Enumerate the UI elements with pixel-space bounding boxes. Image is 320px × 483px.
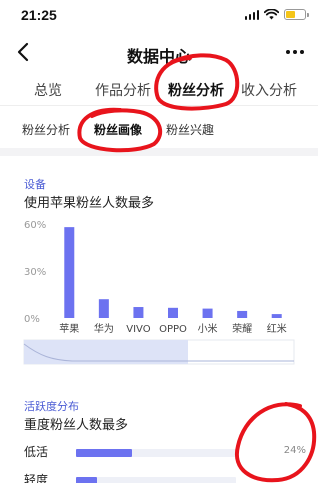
x-tick-label: 红米	[267, 322, 287, 335]
activity-track-fill	[76, 477, 97, 483]
x-tick-label: 苹果	[59, 322, 79, 335]
chart-bar[interactable]	[98, 299, 109, 318]
tab-fans-analysis[interactable]: 粉丝分析	[168, 80, 224, 100]
status-time: 21:25	[21, 7, 57, 23]
chart-bar[interactable]	[133, 307, 144, 318]
fans-portrait-card: 设备 使用苹果粉丝人数最多 60% 30% 0% 苹果 华为 VIVO OPPO 小米 荣耀红…	[12, 158, 306, 483]
y-tick-label: 60%	[24, 220, 46, 231]
subtab-fans-analysis[interactable]: 粉丝分析	[22, 121, 70, 138]
y-tick-label: 30%	[24, 267, 46, 278]
activity-row-value: 24%	[283, 445, 306, 456]
activity-track	[76, 449, 236, 457]
status-bar: 21:25	[0, 0, 318, 34]
activity-row-label: 低活	[24, 445, 49, 459]
tab-overview[interactable]: 总览	[34, 80, 62, 100]
x-tick-label: 华为	[94, 322, 114, 335]
status-icons	[244, 9, 309, 20]
activity-row: 轻度	[24, 470, 306, 483]
x-tick-label: 荣耀	[232, 323, 252, 335]
chart-bar[interactable]	[168, 307, 178, 318]
activity-section-label: 活跃度分布	[24, 400, 79, 413]
subtab-fans-portrait[interactable]: 粉丝画像	[94, 121, 142, 138]
chart-bar[interactable]	[202, 308, 213, 318]
subtab-fans-interest[interactable]: 粉丝兴趣	[166, 121, 214, 138]
nav-bar: 数据中心	[0, 36, 318, 70]
page-title: 数据中心	[126, 47, 191, 66]
more-horizontal-icon[interactable]	[286, 50, 304, 54]
section-divider	[0, 148, 318, 156]
device-bar-chart: 60% 30% 0% 苹果 华为 VIVO OPPO 小米 荣耀 红米	[23, 220, 295, 365]
x-tick-label: 小米	[198, 322, 218, 335]
chart-range-window[interactable]	[24, 340, 188, 364]
activity-track-fill	[76, 449, 132, 457]
activity-track	[76, 477, 236, 483]
chart-bar[interactable]	[271, 314, 282, 318]
battery-icon	[284, 9, 309, 20]
activity-row: 低活 24%	[24, 442, 306, 462]
wifi-icon	[264, 9, 279, 20]
tab-works-analysis[interactable]: 作品分析	[95, 80, 151, 100]
x-tick-label: VIVO	[126, 324, 150, 335]
signal-icon	[244, 9, 259, 20]
chart-bar[interactable]	[237, 310, 248, 318]
tab-income-analysis[interactable]: 收入分析	[241, 80, 297, 100]
tab-bar: 总览 作品分析 粉丝分析 收入分析	[0, 72, 318, 106]
activity-row-label: 轻度	[24, 473, 49, 483]
x-tick-label: OPPO	[159, 324, 187, 335]
activity-section-title: 重度粉丝人数最多	[24, 418, 129, 433]
subtab-bar: 粉丝分析 粉丝画像 粉丝兴趣	[0, 116, 318, 142]
y-tick-label: 0%	[24, 314, 40, 325]
chart-bar[interactable]	[64, 227, 75, 318]
